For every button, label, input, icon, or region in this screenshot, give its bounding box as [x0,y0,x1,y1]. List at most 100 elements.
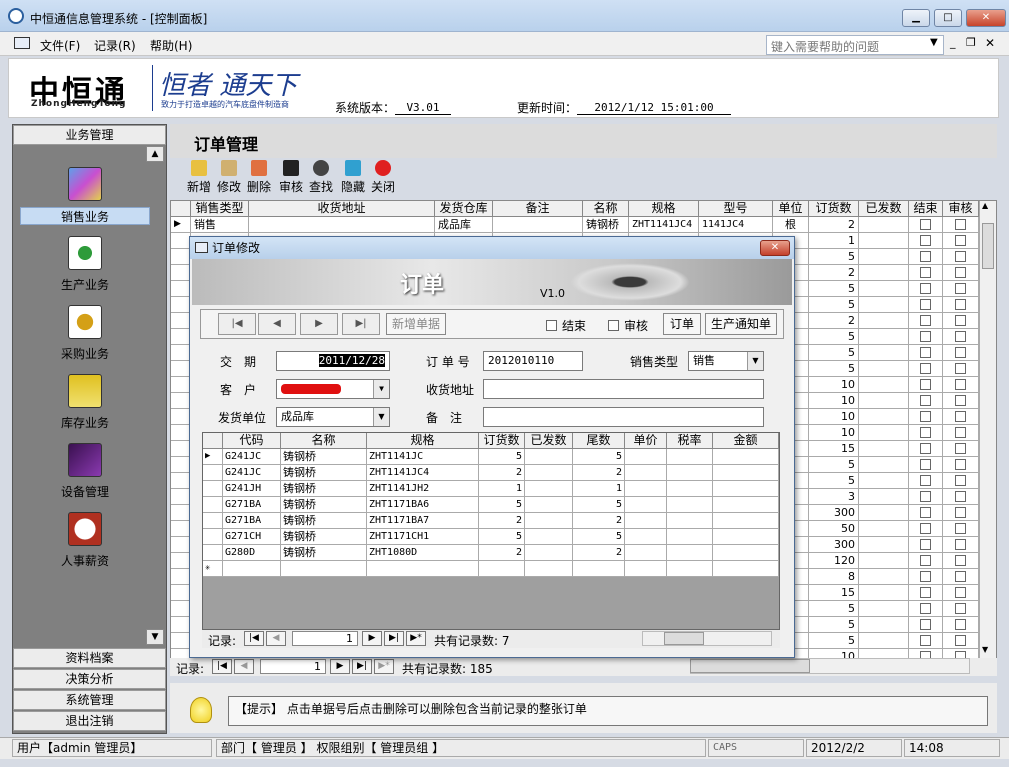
table-cell[interactable]: 300 [809,537,859,553]
record-number-input[interactable]: 1 [260,659,326,674]
table-cell[interactable] [479,561,525,577]
table-cell[interactable] [667,481,713,497]
table-cell[interactable] [943,441,979,457]
nav-business[interactable]: 业务管理 [13,125,166,145]
mdi-minimize-button[interactable]: _ [950,36,956,49]
table-cell[interactable]: 5 [809,345,859,361]
row-checkbox[interactable] [920,491,931,502]
row-checkbox[interactable] [920,379,931,390]
table-cell[interactable] [625,497,667,513]
table-cell[interactable] [667,545,713,561]
table-cell[interactable]: 10 [809,393,859,409]
audit-button[interactable]: 审核 [276,160,306,195]
col-shipped[interactable]: 已发数 [859,201,909,217]
address-input[interactable] [483,379,764,399]
table-cell[interactable] [667,561,713,577]
table-cell[interactable] [171,601,191,617]
row-checkbox[interactable] [955,411,966,422]
row-checkbox[interactable] [920,571,931,582]
table-cell[interactable] [909,313,943,329]
sidebar-scroll-up[interactable]: ▲ [146,146,164,162]
table-cell[interactable] [943,489,979,505]
row-checkbox[interactable] [955,315,966,326]
col-code[interactable]: 代码 [223,433,281,449]
cell-address[interactable] [249,217,435,233]
table-cell[interactable] [943,361,979,377]
table-cell[interactable] [943,633,979,649]
table-cell[interactable] [171,313,191,329]
table-cell[interactable] [909,473,943,489]
minimize-button[interactable]: ▁ [902,9,930,27]
chevron-down-icon[interactable]: ▼ [373,408,389,426]
table-cell[interactable] [859,361,909,377]
first-record-button[interactable]: |◀ [212,659,232,674]
nav-logout[interactable]: 退出注销 [13,711,166,731]
row-checkbox[interactable] [955,539,966,550]
table-cell[interactable]: 5 [809,297,859,313]
table-cell[interactable] [859,569,909,585]
table-cell[interactable] [713,529,779,545]
table-cell[interactable] [171,457,191,473]
table-cell[interactable] [909,457,943,473]
dlg-next-button[interactable]: ▶ [300,313,338,335]
find-button[interactable]: 查找 [306,160,336,195]
row-checkbox[interactable] [955,267,966,278]
col-tax[interactable]: 税率 [667,433,713,449]
table-cell[interactable]: 1 [573,481,625,497]
table-cell[interactable] [909,345,943,361]
table-cell[interactable] [943,457,979,473]
dialog-close-button[interactable]: ✕ [760,240,790,256]
help-search-input[interactable]: 键入需要帮助的问题 [766,35,944,55]
table-cell[interactable]: 5 [809,249,859,265]
table-cell[interactable] [667,449,713,465]
col-qty[interactable]: 订货数 [809,201,859,217]
row-checkbox[interactable] [955,555,966,566]
col-amount[interactable]: 金额 [713,433,779,449]
grid-vertical-scrollbar[interactable]: ▲ ▼ [979,201,996,659]
table-cell[interactable] [625,545,667,561]
dlg-last-button[interactable]: ▶| [342,313,380,335]
table-cell[interactable] [909,537,943,553]
cell-warehouse[interactable]: 成品库 [435,217,493,233]
row-checkbox[interactable] [920,251,931,262]
table-cell[interactable] [909,329,943,345]
table-cell[interactable]: 2 [809,265,859,281]
sidebar-scroll-down[interactable]: ▼ [146,629,164,645]
col-name[interactable]: 名称 [583,201,629,217]
dlg-nav-new[interactable]: ▶* [406,631,426,646]
table-cell[interactable] [667,529,713,545]
table-cell[interactable] [525,513,573,529]
table-cell[interactable] [859,425,909,441]
table-cell[interactable] [859,457,909,473]
prev-record-button[interactable]: ◀ [234,659,254,674]
row-checkbox[interactable] [955,459,966,470]
table-cell[interactable] [171,377,191,393]
mdi-restore-button[interactable]: ❐ [966,36,976,49]
row-checkbox[interactable] [920,635,931,646]
table-cell[interactable] [171,473,191,489]
table-cell[interactable]: ZHT1141JC4 [367,465,479,481]
table-cell[interactable] [859,249,909,265]
table-cell[interactable]: 5 [809,361,859,377]
menu-record[interactable]: 记录(R) [94,37,136,54]
table-cell[interactable] [909,521,943,537]
table-cell[interactable] [943,233,979,249]
scroll-up-icon[interactable]: ▲ [982,201,988,210]
col-warehouse[interactable]: 发货仓库 [435,201,493,217]
row-checkbox[interactable] [920,603,931,614]
maximize-button[interactable]: □ [934,9,962,27]
table-cell[interactable]: G271BA [223,497,281,513]
table-cell[interactable] [525,545,573,561]
last-record-button[interactable]: ▶| [352,659,372,674]
table-cell[interactable] [667,513,713,529]
table-cell[interactable] [909,441,943,457]
table-cell[interactable]: 5 [479,529,525,545]
table-cell[interactable]: 2 [573,513,625,529]
audit-checkbox[interactable] [608,320,619,331]
table-cell[interactable] [943,521,979,537]
dlg-horizontal-scrollbar[interactable] [642,631,772,646]
table-cell[interactable]: 2 [573,465,625,481]
table-cell[interactable]: 300 [809,505,859,521]
table-cell[interactable] [943,329,979,345]
table-cell[interactable]: 8 [809,569,859,585]
